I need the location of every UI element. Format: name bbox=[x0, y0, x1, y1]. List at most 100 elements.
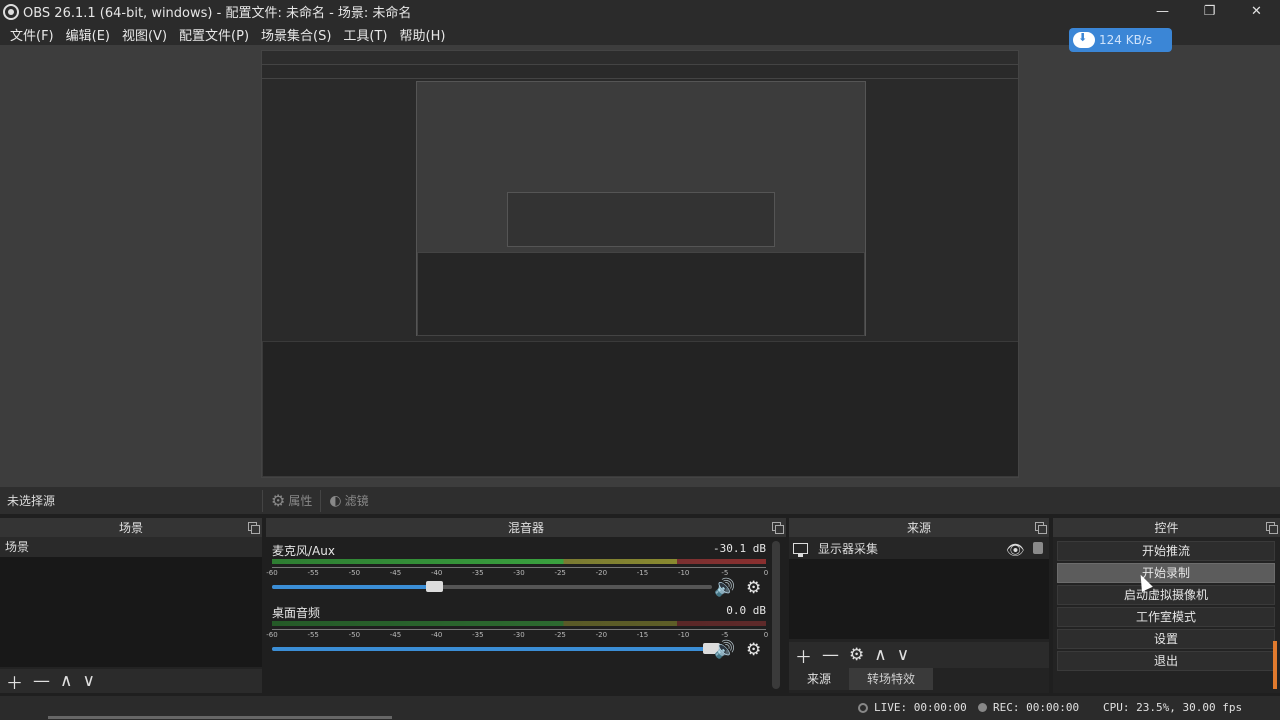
menu-profile[interactable]: 配置文件(P) bbox=[173, 25, 255, 44]
meter-tick-label: -45 bbox=[389, 569, 402, 577]
mixer-channel-desktop: 桌面音频 0.0 dB -60 -55 -50 -45 -40 -35 -30 -25 -20-… bbox=[266, 604, 768, 660]
controls-body: 开始推流 开始录制 启动虚拟摄像机 工作室模式 设置 退出 bbox=[1053, 537, 1280, 693]
meter-tick-label: -20 bbox=[595, 569, 608, 577]
scene-item[interactable]: 场景 bbox=[0, 537, 262, 557]
move-down-icon[interactable]: ∨ bbox=[897, 645, 909, 665]
mixer-channel-mic: 麦克风/Aux -30.1 dB -60 -55 -50 -45 -40 -35 -30 -2… bbox=[266, 542, 768, 598]
live-broadcast-icon bbox=[858, 702, 868, 713]
meter-tick-label: -25 bbox=[554, 569, 566, 577]
obs-logo-icon bbox=[3, 3, 19, 20]
lock-icon[interactable] bbox=[1033, 542, 1043, 554]
gear-icon[interactable]: ⚙ bbox=[849, 645, 864, 665]
meter-ticks: -60 -55 -50 -45 -40 -35 -30 -25 -20 -15 -10 -5 0 bbox=[266, 629, 769, 639]
start-virtual-camera-button[interactable]: 启动虚拟摄像机 bbox=[1057, 585, 1275, 605]
properties-button[interactable]: ⚙ 属性 bbox=[262, 489, 320, 512]
meter-tick-label: -10 bbox=[677, 569, 690, 577]
mixer-title: 混音器 bbox=[507, 521, 544, 535]
horizontal-scrollbar[interactable] bbox=[48, 716, 392, 719]
controls-scrollbar[interactable] bbox=[1273, 641, 1277, 689]
nested-title-strip bbox=[262, 51, 1018, 65]
download-speed-badge[interactable]: 124 KB/s bbox=[1069, 28, 1172, 52]
add-source-icon[interactable]: ＋ bbox=[795, 643, 812, 668]
menu-tools[interactable]: 工具(T) bbox=[337, 25, 393, 44]
meter-tick-label: -50 bbox=[348, 569, 361, 577]
channel-db: 0.0 dB bbox=[726, 604, 766, 617]
cloud-download-icon bbox=[1073, 31, 1095, 48]
meter-tick-label: -10 bbox=[677, 631, 690, 639]
meter-tick-label: -45 bbox=[389, 631, 402, 639]
sources-tabs: 来源 转场特效 bbox=[789, 668, 934, 690]
start-recording-button[interactable]: 开始录制 bbox=[1057, 563, 1275, 583]
menu-view[interactable]: 视图(V) bbox=[116, 25, 173, 44]
meter-tick-label: -50 bbox=[348, 631, 361, 639]
remove-source-icon[interactable]: — bbox=[822, 645, 839, 665]
live-time: LIVE: 00:00:00 bbox=[874, 701, 967, 714]
meter-tick-label: 0 bbox=[763, 569, 769, 577]
exit-button[interactable]: 退出 bbox=[1057, 651, 1275, 671]
mixer-dock: 混音器 麦克风/Aux -30.1 dB -60 -55 -50 -45 -40 -35-… bbox=[266, 518, 786, 693]
mixer-scrollbar[interactable] bbox=[772, 541, 780, 689]
meter-tick-label: -30 bbox=[513, 569, 525, 577]
tab-transitions[interactable]: 转场特效 bbox=[849, 668, 934, 690]
move-down-icon[interactable]: ∨ bbox=[82, 671, 94, 691]
controls-dock-header: 控件 bbox=[1053, 518, 1280, 537]
volume-meter bbox=[272, 559, 766, 564]
meter-tick-label: -55 bbox=[307, 569, 319, 577]
start-streaming-button[interactable]: 开始推流 bbox=[1057, 541, 1275, 561]
filters-button[interactable]: ◐ 滤镜 bbox=[320, 489, 376, 512]
meter-tick-label: -25 bbox=[554, 631, 566, 639]
gear-icon: ⚙ bbox=[271, 491, 286, 510]
float-dock-icon[interactable] bbox=[1266, 522, 1278, 534]
remove-scene-icon[interactable]: — bbox=[33, 671, 50, 691]
meter-tick-label: -60 bbox=[266, 631, 278, 639]
float-dock-icon[interactable] bbox=[1035, 522, 1047, 534]
sources-dock: 来源 显示器采集 👁 ＋ — ⚙ ∧ ∨ 来源 转场特效 bbox=[789, 518, 1049, 693]
volume-slider[interactable] bbox=[272, 581, 712, 592]
meter-tick-label: -35 bbox=[472, 631, 484, 639]
tab-sources[interactable]: 来源 bbox=[789, 668, 850, 690]
gear-icon[interactable]: ⚙ bbox=[746, 640, 761, 660]
meter-tick-label: -15 bbox=[636, 631, 649, 639]
scenes-title: 场景 bbox=[118, 521, 143, 535]
menu-help[interactable]: 帮助(H) bbox=[394, 25, 452, 44]
settings-button[interactable]: 设置 bbox=[1057, 629, 1275, 649]
speaker-icon[interactable]: 🔊 bbox=[714, 640, 735, 660]
close-button[interactable]: ✕ bbox=[1233, 0, 1280, 23]
sources-title: 来源 bbox=[906, 521, 931, 535]
cpu-status: CPU: 23.5%, 30.00 fps bbox=[1103, 701, 1242, 714]
nested-preview-inner bbox=[416, 81, 866, 336]
meter-tick-label: -20 bbox=[595, 631, 608, 639]
speaker-icon[interactable]: 🔊 bbox=[714, 578, 735, 598]
maximize-button[interactable]: ❐ bbox=[1186, 0, 1233, 23]
visibility-eye-icon[interactable]: 👁 bbox=[1006, 541, 1025, 559]
meter-ticks: -60 -55 -50 -45 -40 -35 -30 -25 -20 -15 -10 -5 0 bbox=[266, 567, 769, 577]
meter-tick-label: -40 bbox=[430, 631, 443, 639]
studio-mode-button[interactable]: 工作室模式 bbox=[1057, 607, 1275, 627]
menu-scene-collection[interactable]: 场景集合(S) bbox=[255, 25, 337, 44]
nested-preview-deeper bbox=[507, 192, 775, 247]
float-dock-icon[interactable] bbox=[772, 522, 784, 534]
gear-icon[interactable]: ⚙ bbox=[746, 578, 761, 598]
minimize-button[interactable]: — bbox=[1139, 0, 1186, 23]
preview-canvas[interactable] bbox=[0, 45, 1280, 487]
meter-tick-label: -5 bbox=[721, 631, 729, 639]
recursive-preview bbox=[261, 50, 1019, 478]
channel-name: 桌面音频 bbox=[272, 606, 321, 620]
source-item-label: 显示器采集 bbox=[818, 541, 879, 556]
menu-edit[interactable]: 编辑(E) bbox=[60, 25, 116, 44]
move-up-icon[interactable]: ∧ bbox=[60, 671, 72, 691]
volume-slider-fill bbox=[272, 647, 712, 651]
nested-menu-strip bbox=[262, 65, 1018, 79]
add-scene-icon[interactable]: ＋ bbox=[6, 669, 23, 694]
volume-slider[interactable] bbox=[272, 643, 720, 654]
mixer-dock-header: 混音器 bbox=[266, 518, 786, 537]
volume-slider-knob[interactable] bbox=[425, 581, 443, 592]
meter-tick-label: -15 bbox=[636, 569, 649, 577]
volume-slider-fill bbox=[272, 585, 435, 589]
monitor-icon bbox=[793, 542, 808, 557]
cpu-fps: CPU: 23.5%, 30.00 fps bbox=[1103, 701, 1243, 714]
menu-file[interactable]: 文件(F) bbox=[4, 25, 60, 44]
float-dock-icon[interactable] bbox=[248, 522, 260, 534]
meter-tick-label: 0 bbox=[763, 631, 769, 639]
move-up-icon[interactable]: ∧ bbox=[874, 645, 886, 665]
